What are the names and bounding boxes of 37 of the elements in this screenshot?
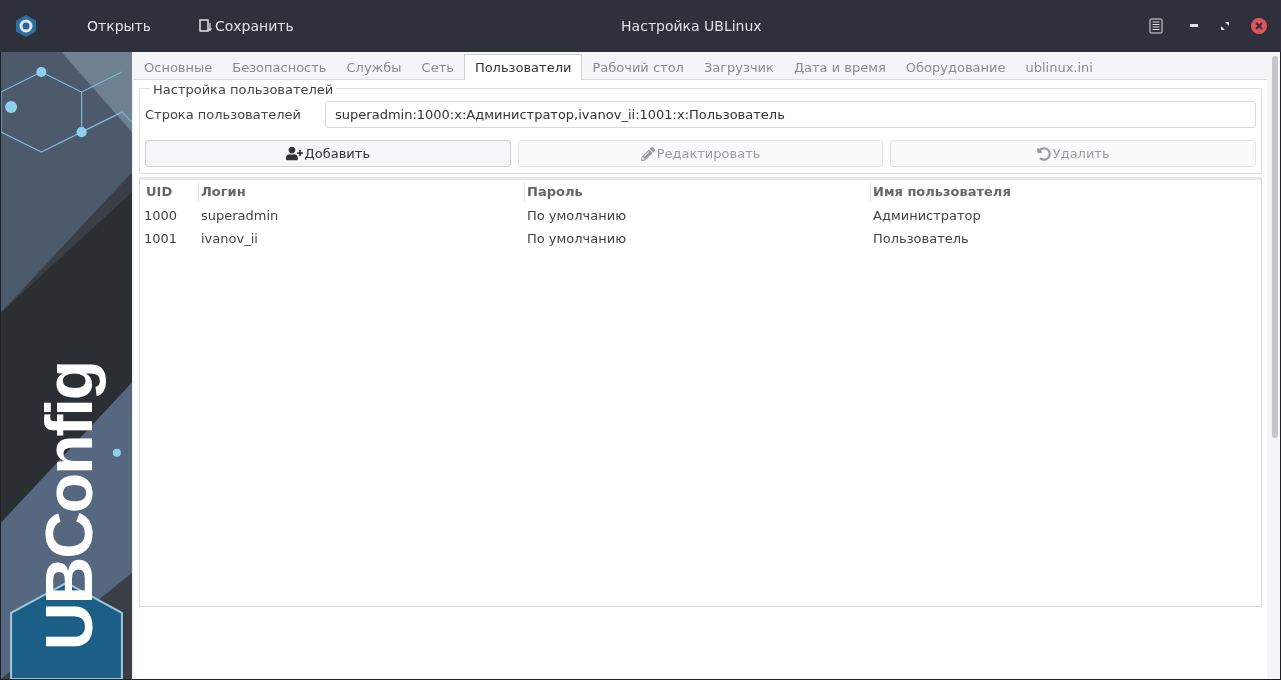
menu-icon[interactable] <box>1149 18 1163 34</box>
tab[interactable]: Оборудование <box>895 54 1016 81</box>
table-cell-text: Администратор <box>872 206 982 225</box>
table-cell-text: 1001 <box>144 229 179 248</box>
save-icon <box>199 19 213 33</box>
close-icon[interactable] <box>1251 18 1267 34</box>
tab[interactable]: Пользователи <box>463 54 583 81</box>
users-string-field[interactable]: superadmin:1000:x:Администратор,ivanov_ii:1001:x:Пользователь <box>325 101 1256 128</box>
tab[interactable]: Сеть <box>411 54 464 81</box>
tab[interactable]: ublinux.ini <box>1015 54 1103 81</box>
minimize-icon[interactable] <box>1190 24 1198 28</box>
column-header[interactable]: Имя пользователя <box>870 182 1257 202</box>
pencil-icon <box>640 146 655 161</box>
tab[interactable]: Загрузчик <box>693 54 784 81</box>
tab[interactable]: Основные <box>134 54 223 81</box>
table-cell-text: 1000 <box>144 206 179 225</box>
tab[interactable]: Рабочий стол <box>582 54 694 81</box>
undo-icon <box>1036 146 1051 161</box>
tab[interactable]: Дата и время <box>783 54 896 81</box>
table-cell-text: По умолчанию <box>526 206 628 225</box>
column-header[interactable]: Пароль <box>524 182 870 202</box>
tab[interactable]: Безопасность <box>222 54 337 81</box>
table-cell-text: Пользователь <box>872 229 970 248</box>
add-button[interactable]: Добавить <box>145 140 511 167</box>
window-title: Настройка UBLinux <box>621 16 762 36</box>
field-label: Строка пользователей <box>145 105 302 124</box>
table-cell-text: По умолчанию <box>526 229 628 248</box>
restore-icon[interactable] <box>1221 22 1229 30</box>
table-cell-text: ivanov_ii <box>200 229 259 248</box>
column-header[interactable]: Логин <box>198 182 524 202</box>
table-cell-text: superadmin <box>200 206 280 225</box>
tab[interactable]: Службы <box>336 54 412 81</box>
save-button[interactable]: Сохранить <box>199 15 294 37</box>
gear-icon <box>14 14 38 38</box>
add-user-icon <box>285 145 303 162</box>
column-header[interactable]: UID <box>144 182 198 202</box>
open-button[interactable]: Открыть <box>87 15 151 37</box>
